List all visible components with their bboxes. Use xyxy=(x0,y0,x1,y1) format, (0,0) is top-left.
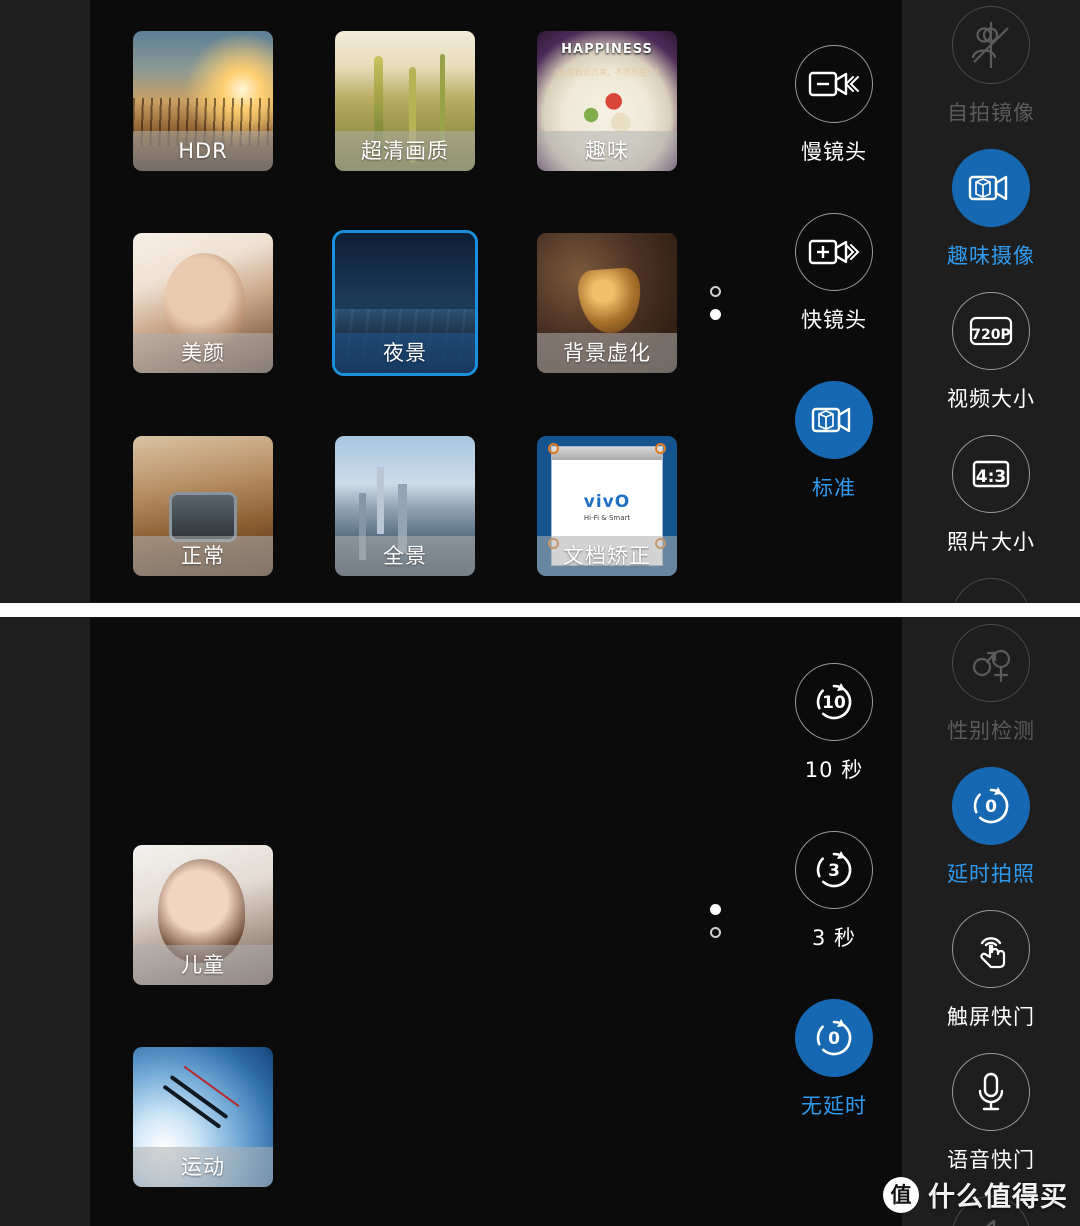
setting-touch-shutter[interactable]: 触屏快门 xyxy=(947,910,1035,1031)
doc-tagline: Hi-Fi & Smart xyxy=(583,514,631,523)
cube-video-icon[interactable] xyxy=(952,149,1030,227)
mode-tile-label: 正常 xyxy=(133,536,273,576)
photo-size-icon[interactable]: 4:3 xyxy=(952,435,1030,513)
video-size-icon[interactable]: 720P xyxy=(952,292,1030,370)
setting-delay-shot[interactable]: 0 延时拍照 xyxy=(947,767,1035,888)
option-standard-video[interactable]: 标准 xyxy=(795,381,873,502)
mode-tile-label: 背景虚化 xyxy=(537,333,677,373)
setting-label: 延时拍照 xyxy=(947,862,1035,886)
setting-label: 趣味摄像 xyxy=(947,244,1035,268)
mode-tile-label: 全景 xyxy=(335,536,475,576)
doc-corner-handle[interactable] xyxy=(654,443,666,454)
mode-tile-label: 运动 xyxy=(133,1147,273,1187)
option-label: 标准 xyxy=(812,476,856,500)
option-fast-motion[interactable]: 快镜头 xyxy=(795,213,873,334)
mode-tile-sports[interactable]: 运动 xyxy=(133,1047,273,1187)
video-size-value: 720P xyxy=(971,327,1010,343)
setting-label: 照片大小 xyxy=(947,530,1035,554)
touch-shutter-icon[interactable] xyxy=(952,910,1030,988)
mode-tile-fun[interactable]: HAPPINESS 【有朋自远方来，不亦乐乎！】 趣味 xyxy=(537,31,677,171)
fun-overlay-subtitle: 【有朋自远方来，不亦乐乎！】 xyxy=(551,68,663,78)
gender-detect-icon[interactable] xyxy=(952,578,1030,602)
gender-detect-icon[interactable] xyxy=(952,624,1030,702)
page-indicator-bottom[interactable] xyxy=(708,904,722,938)
doc-logo: vivO xyxy=(583,492,631,512)
setting-gender-detect-b[interactable]: 性别检测 xyxy=(947,624,1035,745)
page-dot[interactable] xyxy=(709,927,721,938)
option-label: 无延时 xyxy=(801,1094,867,1118)
photo-size-value: 4:3 xyxy=(976,467,1006,487)
mode-tile-night[interactable]: 夜景 xyxy=(335,233,475,373)
doc-toolbar xyxy=(552,447,662,460)
setting-label: 语音快门 xyxy=(947,1148,1035,1172)
mode-tile-panorama[interactable]: 全景 xyxy=(335,436,475,576)
setting-label: 触屏快门 xyxy=(947,1005,1035,1029)
selfie-mirror-off-icon[interactable] xyxy=(952,6,1030,84)
option-timer-10s[interactable]: 10 10 秒 xyxy=(795,663,873,784)
option-label: 快镜头 xyxy=(801,308,867,332)
fast-motion-icon[interactable] xyxy=(795,213,873,291)
option-label: 慢镜头 xyxy=(801,140,867,164)
timer-10-icon[interactable]: 10 xyxy=(795,663,873,741)
setting-fun-video[interactable]: 趣味摄像 xyxy=(947,149,1035,270)
left-gutter-bottom xyxy=(0,618,90,1226)
option-timer-off[interactable]: 0 无延时 xyxy=(795,999,873,1120)
timer-value: 0 xyxy=(828,1029,840,1049)
panel-divider xyxy=(0,602,1080,618)
mode-tile-label: 儿童 xyxy=(133,945,273,985)
watermark-logo-icon: 值 xyxy=(883,1176,919,1213)
mode-tile-label: HDR xyxy=(133,131,273,171)
setting-video-size[interactable]: 720P 视频大小 xyxy=(947,292,1035,413)
setting-gender-detect[interactable]: 性别检测 xyxy=(947,578,1035,602)
mode-tile-label: 趣味 xyxy=(537,131,677,171)
setting-label: 自拍镜像 xyxy=(947,101,1035,125)
option-timer-3s[interactable]: 3 3 秒 xyxy=(795,831,873,952)
mode-tile-label: 美颜 xyxy=(133,333,273,373)
option-label: 10 秒 xyxy=(804,758,864,782)
slow-motion-icon[interactable] xyxy=(795,45,873,123)
setting-photo-size[interactable]: 4:3 照片大小 xyxy=(947,435,1035,556)
mode-tile-beauty[interactable]: 美颜 xyxy=(133,233,273,373)
timer-0-icon[interactable]: 0 xyxy=(952,767,1030,845)
mode-tile-normal[interactable]: 正常 xyxy=(133,436,273,576)
page-dot[interactable] xyxy=(709,309,721,320)
setting-selfie-mirror[interactable]: 自拍镜像 xyxy=(947,6,1035,127)
setting-label: 性别检测 xyxy=(947,719,1035,743)
setting-label: 视频大小 xyxy=(947,387,1035,411)
camera-settings-screenshot: HDR 超清画质 HAPPINESS 【有朋自远方来，不亦乐乎！】 趣味 美颜 … xyxy=(0,0,1080,1226)
mode-tile-label: 文档矫正 xyxy=(537,536,677,576)
timer-0-icon[interactable]: 0 xyxy=(795,999,873,1077)
timer-value: 10 xyxy=(822,693,846,713)
mode-tile-ultra-hd[interactable]: 超清画质 xyxy=(335,31,475,171)
option-label: 3 秒 xyxy=(811,926,857,950)
left-gutter-top xyxy=(0,0,90,602)
timer-value: 3 xyxy=(828,861,840,881)
mode-thumb-grid-top: HDR 超清画质 HAPPINESS 【有朋自远方来，不亦乐乎！】 趣味 美颜 … xyxy=(133,0,753,602)
delay-value: 0 xyxy=(985,797,997,817)
cube-video-icon[interactable] xyxy=(795,381,873,459)
timer-3-icon[interactable]: 3 xyxy=(795,831,873,909)
mode-tile-hdr[interactable]: HDR xyxy=(133,31,273,171)
fun-overlay-title: HAPPINESS xyxy=(561,42,653,58)
top-panel: HDR 超清画质 HAPPINESS 【有朋自远方来，不亦乐乎！】 趣味 美颜 … xyxy=(0,0,1080,602)
page-dot[interactable] xyxy=(709,286,721,297)
site-watermark: 值 什么值得买 xyxy=(883,1175,1068,1214)
mode-tile-doc-fix[interactable]: vivO Hi-Fi & Smart 文档矫正 xyxy=(537,436,677,576)
page-dot[interactable] xyxy=(709,904,721,915)
option-slow-motion[interactable]: 慢镜头 xyxy=(795,45,873,166)
watermark-text: 什么值得买 xyxy=(928,1182,1068,1213)
setting-voice-shutter[interactable]: 语音快门 xyxy=(947,1053,1035,1174)
mode-tile-bokeh[interactable]: 背景虚化 xyxy=(537,233,677,373)
mode-tile-label: 夜景 xyxy=(335,333,475,373)
mode-tile-child[interactable]: 儿童 xyxy=(133,845,273,985)
mode-tile-label: 超清画质 xyxy=(335,131,475,171)
bottom-panel: 儿童 运动 10 10 秒 3 3 秒 0 无延时 性别检测 0 延时拍照 触屏… xyxy=(0,618,1080,1226)
page-indicator-top[interactable] xyxy=(708,286,722,320)
microphone-icon[interactable] xyxy=(952,1053,1030,1131)
mode-thumb-grid-bottom: 儿童 运动 xyxy=(133,618,753,1226)
